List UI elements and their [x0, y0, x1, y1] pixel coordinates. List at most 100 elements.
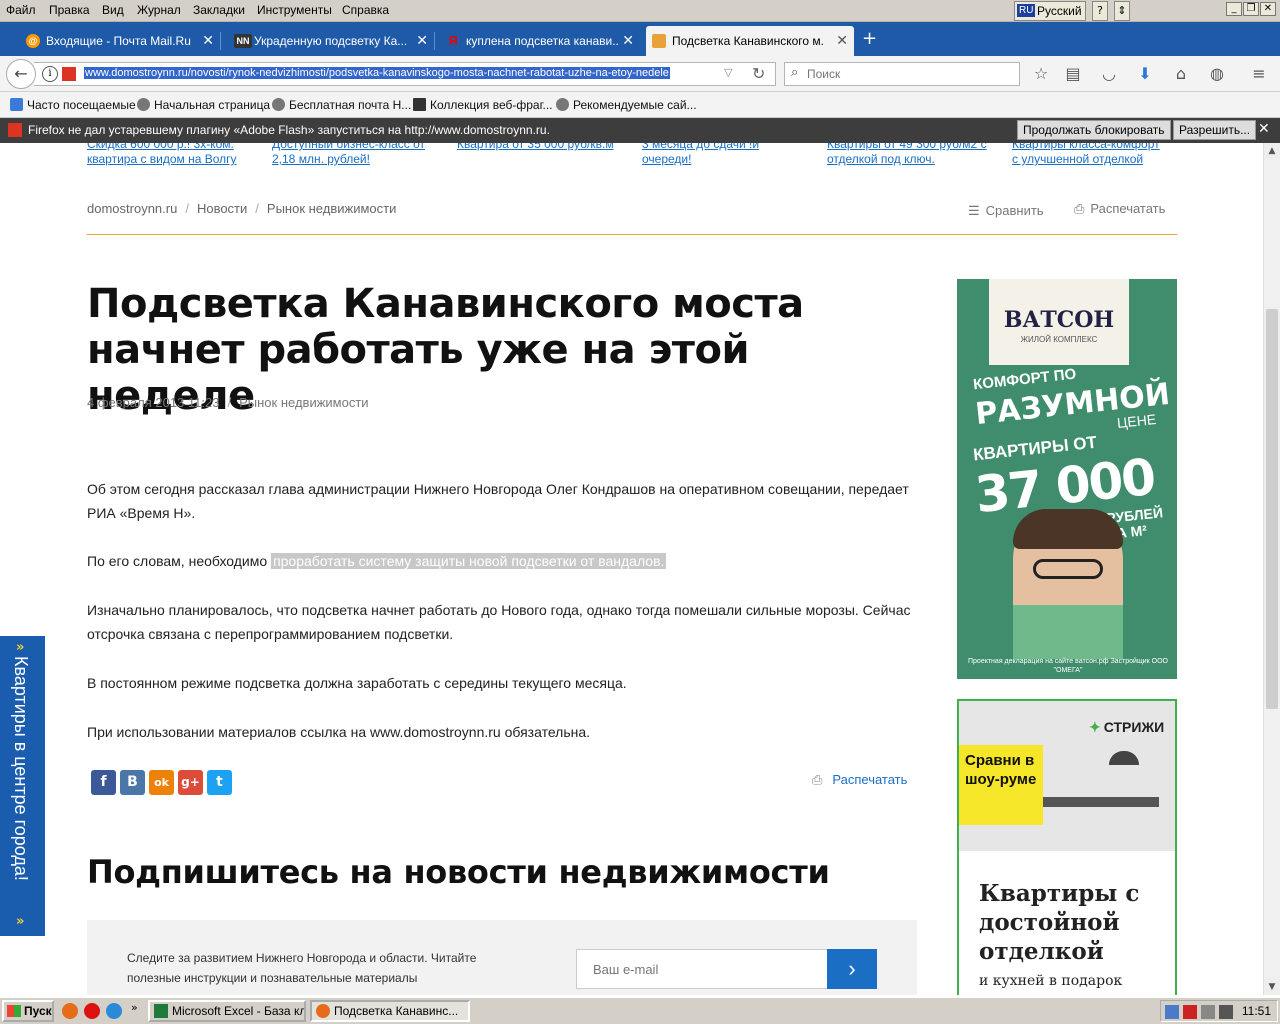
url-bar[interactable]: i www.domostroynn.ru/novosti/rynok-nedvi… — [34, 62, 776, 86]
start-button[interactable]: Пуск — [2, 1000, 54, 1022]
bookmark-label: Начальная страница — [154, 98, 271, 112]
clock: 11:51 — [1241, 1004, 1271, 1018]
start-label: Пуск — [24, 1004, 52, 1018]
top-promo-link[interactable]: Квартиры класса-комфорт с улучшенной отде… — [1012, 143, 1172, 167]
tab-yandex[interactable]: Я куплена подсветка канави... ✕ — [440, 26, 640, 56]
back-button[interactable]: ← — [6, 59, 36, 89]
printer-icon: ⎙ — [812, 772, 823, 787]
breadcrumb-market[interactable]: Рынок недвижимости — [267, 201, 396, 216]
bookmark-item[interactable]: Коллекция веб-фраг... — [413, 98, 553, 112]
top-promo-link[interactable]: 3 месяца до сдачи !и очереди! — [642, 143, 802, 167]
side-promo-tab[interactable]: » Квартиры в центре города! » — [0, 636, 45, 936]
menu-bookmarks[interactable]: Закладки — [193, 3, 245, 17]
tab-mail[interactable]: @ Входящие - Почта Mail.Ru ✕ — [20, 26, 221, 56]
breadcrumb-news[interactable]: Новости — [197, 201, 247, 216]
globe-icon — [556, 98, 569, 111]
article-category-link[interactable]: Рынок недвижимости — [239, 395, 368, 410]
url-text[interactable]: www.domostroynn.ru/novosti/rynok-nedvizh… — [84, 67, 670, 79]
reload-icon[interactable]: ↻ — [752, 64, 765, 83]
top-promo-link[interactable]: Квартиры от 49 300 руб/м2 с отделкой под … — [827, 143, 987, 167]
compare-button[interactable]: ☰ Сравнить — [968, 203, 1044, 219]
vkontakte-icon[interactable]: B — [120, 770, 145, 795]
print-button[interactable]: ⎙ Распечатать — [1074, 201, 1165, 217]
menu-edit[interactable]: Правка — [49, 3, 90, 17]
language-options-icon[interactable]: ⇕ — [1114, 1, 1130, 21]
bookmark-label: Часто посещаемые — [27, 98, 136, 112]
tab-nn[interactable]: NN Украденную подсветку Ка... ✕ — [228, 26, 435, 56]
email-field[interactable] — [576, 949, 828, 989]
top-promo-link[interactable]: Скидка 600 000 р.! 3х-ком. квартира с вид… — [87, 143, 247, 167]
facebook-icon[interactable]: f — [91, 770, 116, 795]
breadcrumb-separator: / — [255, 201, 259, 216]
scroll-up-icon[interactable]: ▲ — [1264, 143, 1280, 159]
sync-icon[interactable]: ◍ — [1206, 64, 1228, 84]
opera-quicklaunch-icon[interactable] — [84, 1003, 100, 1019]
close-tab-icon[interactable]: ✕ — [622, 32, 634, 49]
article-paragraph: В постоянном режиме подсветка должна зар… — [87, 675, 627, 691]
home-icon[interactable]: ⌂ — [1170, 64, 1192, 84]
ad-headline: Квартиры с достойной отделкой — [979, 880, 1140, 965]
menu-view[interactable]: Вид — [102, 3, 124, 17]
page-scrollbar[interactable]: ▲ ▼ — [1263, 143, 1280, 995]
hamburger-menu-icon[interactable]: ≡ — [1248, 64, 1270, 84]
menu-tools[interactable]: Инструменты — [257, 3, 332, 17]
task-label: Microsoft Excel - База кл... — [172, 1004, 306, 1018]
close-tab-icon[interactable]: ✕ — [416, 32, 428, 49]
firefox-quicklaunch-icon[interactable] — [62, 1003, 78, 1019]
bookmark-star-icon[interactable]: ☆ — [1030, 64, 1052, 84]
tab-title: Входящие - Почта Mail.Ru — [46, 34, 191, 48]
language-indicator[interactable]: RU Русский — [1014, 1, 1086, 21]
scroll-down-icon[interactable]: ▼ — [1264, 979, 1280, 995]
tab-domostroy[interactable]: Подсветка Канавинского м... ✕ — [646, 26, 854, 56]
display-icon[interactable] — [1219, 1005, 1233, 1019]
close-notification-icon[interactable]: ✕ — [1258, 121, 1270, 137]
network-icon[interactable] — [1165, 1005, 1179, 1019]
downloads-icon[interactable]: ⬇ — [1134, 64, 1156, 84]
close-tab-icon[interactable]: ✕ — [202, 32, 214, 49]
pocket-icon[interactable]: ◡ — [1098, 64, 1120, 84]
task-firefox[interactable]: Подсветка Канавинс... — [310, 1000, 470, 1022]
window-close-icon[interactable]: ✕ — [1260, 2, 1276, 16]
continue-blocking-button[interactable]: Продолжать блокировать — [1017, 120, 1171, 140]
search-input[interactable] — [807, 66, 1007, 82]
googleplus-icon[interactable]: g+ — [178, 770, 203, 795]
article-paragraph: Изначально планировалось, что подсветка … — [87, 602, 911, 642]
web-page: Скидка 600 000 р.! 3х-ком. квартира с вид… — [0, 143, 1263, 995]
bookmark-item[interactable]: Начальная страница — [137, 98, 270, 112]
restore-icon[interactable]: ❐ — [1243, 2, 1259, 16]
list-icon: ☰ — [968, 203, 980, 218]
antivirus-icon[interactable] — [1183, 1005, 1197, 1019]
ad-banner-vatson[interactable]: ВАТСОН ЖИЛОЙ КОМПЛЕКС КОМФОРТ ПО РАЗУМНО… — [957, 279, 1177, 679]
odnoklassniki-icon[interactable]: ok — [149, 770, 174, 795]
new-tab-icon[interactable]: + — [862, 28, 877, 49]
ad-legal-text: Проектная декларация на сайте ватсон.рф … — [968, 658, 1168, 674]
quicklaunch-more-icon[interactable]: » — [131, 1001, 138, 1014]
task-excel[interactable]: Microsoft Excel - База кл... — [148, 1000, 306, 1022]
ad-banner-strizhi[interactable]: ✦ СТРИЖИ Сравни в шоу-руме Квартиры с дос… — [957, 699, 1177, 995]
scroll-thumb[interactable] — [1266, 309, 1278, 709]
subscribe-submit-button[interactable]: › — [827, 949, 877, 989]
menu-history[interactable]: Журнал — [137, 3, 181, 17]
top-promo-link[interactable]: Доступный бизнес-класс от 2,18 млн. рубле… — [272, 143, 432, 167]
ie-quicklaunch-icon[interactable] — [106, 1003, 122, 1019]
menu-file[interactable]: Файл — [6, 3, 36, 17]
tray-app-icon[interactable] — [1201, 1005, 1215, 1019]
blocked-plugin-icon[interactable] — [62, 67, 76, 81]
menu-help[interactable]: Справка — [342, 3, 389, 17]
print-link[interactable]: ⎙ Распечатать — [812, 772, 907, 788]
allow-plugin-button[interactable]: Разрешить... — [1173, 120, 1257, 140]
top-promo-link[interactable]: Квартира от 35 000 руб/кв.м — [457, 143, 617, 152]
search-bar[interactable]: ⌕ — [784, 62, 1020, 86]
minimize-icon[interactable]: _ — [1226, 2, 1242, 16]
breadcrumb-home[interactable]: domostroynn.ru — [87, 201, 177, 216]
bookmark-item[interactable]: Часто посещаемые — [10, 98, 136, 112]
twitter-icon[interactable]: t — [207, 770, 232, 795]
bookmark-item[interactable]: Бесплатная почта Н... — [272, 98, 411, 112]
bookmark-item[interactable]: Рекомендуемые сай... — [556, 98, 697, 112]
language-help-icon[interactable]: ? — [1092, 1, 1108, 21]
close-tab-icon[interactable]: ✕ — [836, 32, 848, 49]
selected-text[interactable]: проработать систему защиты новой подсвет… — [271, 553, 667, 569]
site-info-icon[interactable]: i — [42, 66, 58, 82]
bookmarks-list-icon[interactable]: ▤ — [1062, 64, 1084, 84]
url-history-dropdown-icon[interactable]: ▽ — [724, 66, 732, 79]
